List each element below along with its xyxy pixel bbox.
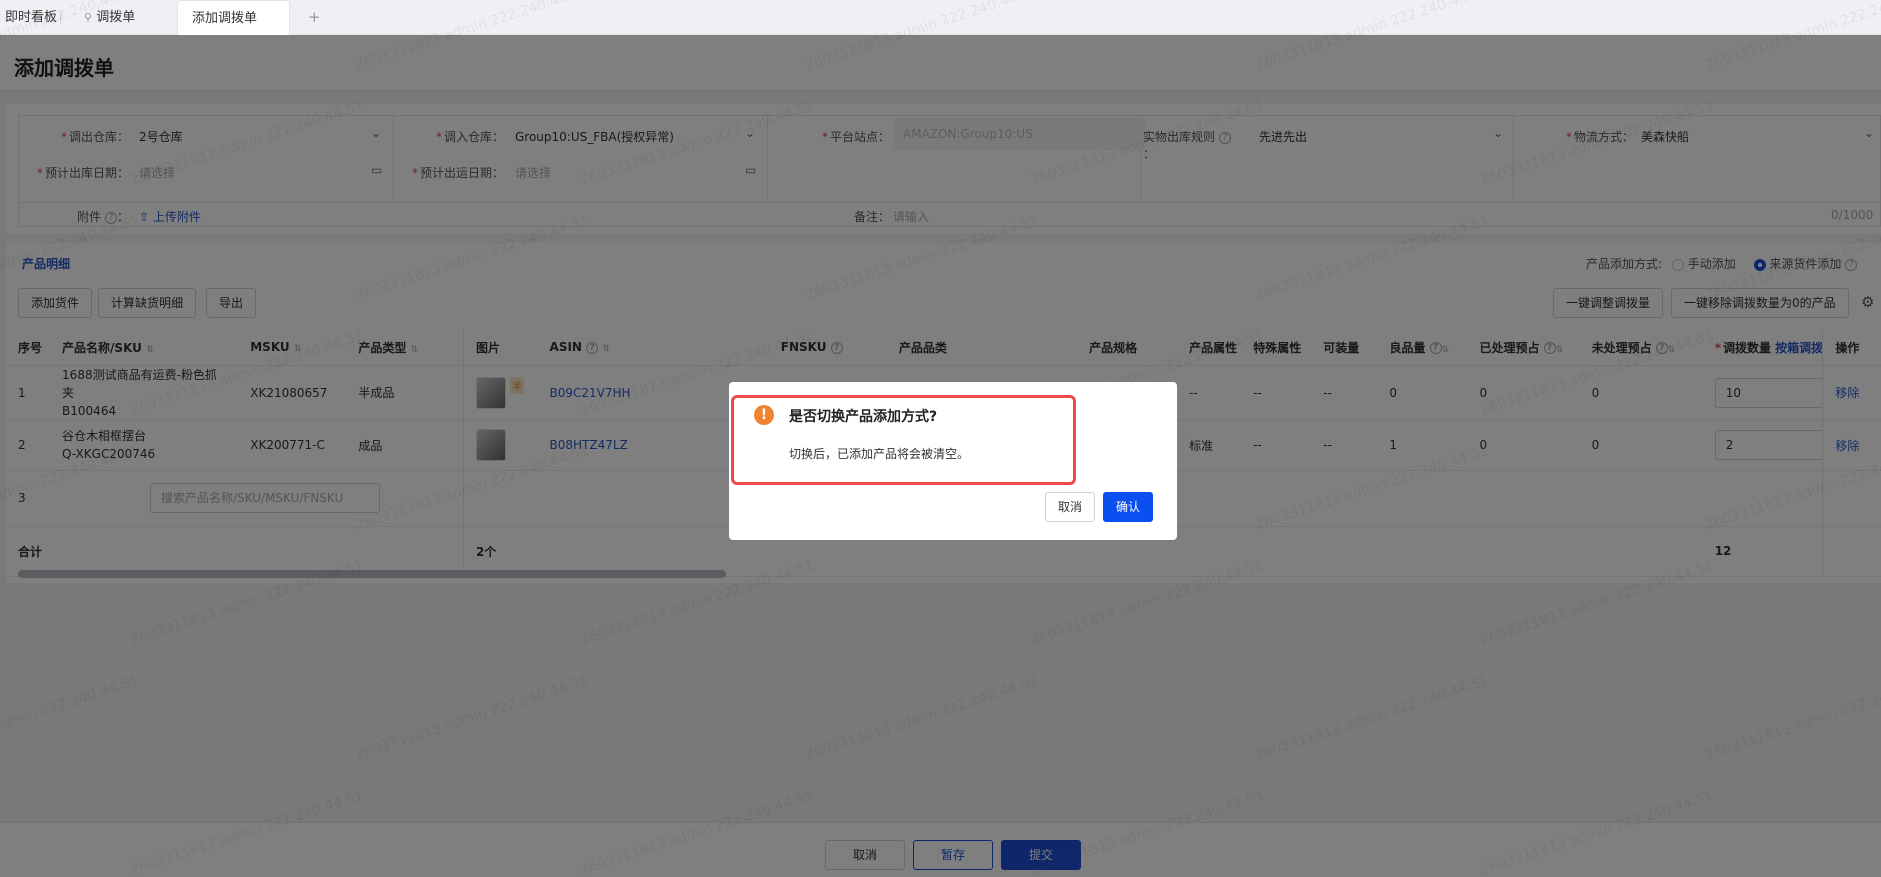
confirm-dialog: ! 是否切换产品添加方式? 切换后，已添加产品将会被清空。 取消 确认: [729, 382, 1177, 540]
dialog-message: 切换后，已添加产品将会被清空。: [789, 447, 970, 461]
tab-dashboard[interactable]: 即时看板: [5, 0, 57, 35]
tab-label: 调拨单: [96, 10, 136, 25]
tab-add-transfer[interactable]: 添加调拨单: [177, 0, 290, 35]
tab-bar: 即时看板 ⚲ 调拨单 添加调拨单 +: [0, 0, 1881, 35]
tab-transfer-list[interactable]: ⚲ 调拨单: [84, 0, 135, 35]
add-tab-button[interactable]: +: [308, 0, 321, 35]
dialog-cancel-button[interactable]: 取消: [1045, 492, 1095, 522]
warning-icon: !: [754, 405, 774, 425]
dialog-confirm-button[interactable]: 确认: [1103, 492, 1153, 522]
tab-divider: [60, 11, 61, 25]
pin-icon: ⚲: [84, 11, 93, 24]
dialog-title: 是否切换产品添加方式?: [789, 409, 938, 425]
